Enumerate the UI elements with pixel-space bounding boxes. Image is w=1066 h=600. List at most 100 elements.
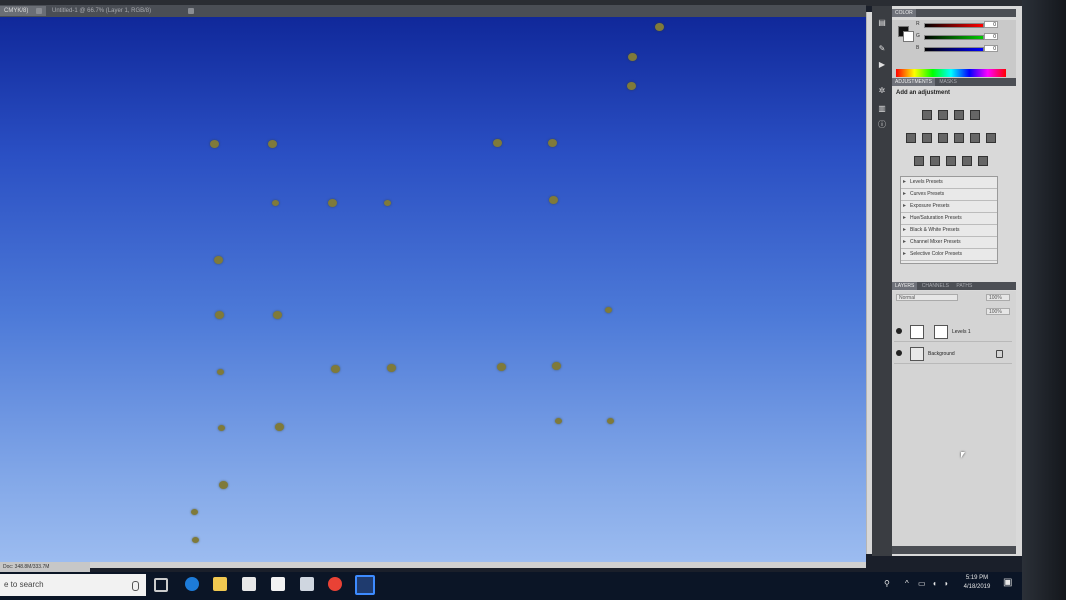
color-balance-icon[interactable] <box>938 133 948 143</box>
color-panel: R 0 G 0 B 0 <box>892 20 1016 80</box>
layers-panel-header: LAYERS CHANNELS PATHS <box>892 282 1016 290</box>
list-item[interactable]: Hue/Saturation Presets <box>901 213 997 225</box>
selective-color-icon[interactable] <box>978 156 988 166</box>
task-view-icon[interactable] <box>154 578 168 592</box>
lock-icon <box>996 350 1003 358</box>
mail-icon[interactable] <box>271 577 285 591</box>
horizontal-scrollbar[interactable] <box>90 562 866 568</box>
mouse-cursor-icon <box>961 452 965 458</box>
navigator-icon[interactable]: ✲ <box>876 86 888 96</box>
canvas-dot <box>555 418 562 424</box>
search-placeholder: e to search <box>4 580 44 589</box>
info-icon[interactable]: ⓘ <box>876 120 888 130</box>
blue-slider[interactable] <box>924 47 984 52</box>
chrome-icon[interactable] <box>328 577 342 591</box>
list-item[interactable]: Curves Presets <box>901 189 997 201</box>
levels-icon[interactable] <box>938 110 948 120</box>
adjustment-layer-thumbnail <box>910 325 924 339</box>
brush-presets-icon[interactable]: ✎ <box>876 44 888 54</box>
monitor-bezel-right <box>1022 0 1066 600</box>
system-clock[interactable]: 5:19 PM 4/18/2019 <box>955 574 999 592</box>
microphone-icon[interactable] <box>132 581 139 591</box>
document-tab-active[interactable]: CMYK/8) <box>0 6 46 16</box>
list-item[interactable]: Black & White Presets <box>901 225 997 237</box>
opacity-field[interactable]: 100% <box>986 294 1010 301</box>
layer-thumbnail <box>910 347 924 361</box>
layer-row[interactable]: Background <box>894 345 1012 364</box>
hue-saturation-icon[interactable] <box>922 133 932 143</box>
file-explorer-icon[interactable] <box>213 577 227 591</box>
list-item[interactable]: Exposure Presets <box>901 201 997 213</box>
canvas-dot <box>627 82 636 90</box>
blue-value-field[interactable]: 0 <box>984 45 998 52</box>
blend-mode-select[interactable]: Normal <box>896 294 958 301</box>
channel-label: R <box>916 21 920 27</box>
posterize-icon[interactable] <box>930 156 940 166</box>
list-item[interactable]: Selective Color Presets <box>901 249 997 261</box>
photo-filter-icon[interactable] <box>970 133 980 143</box>
curves-icon[interactable] <box>954 110 964 120</box>
black-white-icon[interactable] <box>954 133 964 143</box>
tab-layers[interactable]: LAYERS <box>892 282 918 290</box>
tab-color[interactable]: COLOR <box>892 9 916 17</box>
close-icon[interactable] <box>36 8 42 14</box>
actions-icon[interactable]: ▶ <box>876 60 888 70</box>
canvas-dot <box>214 256 223 264</box>
edge-browser-icon[interactable] <box>185 577 199 591</box>
tab-masks[interactable]: MASKS <box>936 78 960 86</box>
red-slider[interactable] <box>924 23 984 28</box>
tab-paths[interactable]: PATHS <box>953 282 975 290</box>
canvas-dot <box>328 199 337 207</box>
fill-field[interactable]: 100% <box>986 308 1010 315</box>
app-icon[interactable] <box>300 577 314 591</box>
layers-panel: Normal 100% 100% Levels 1 Background <box>892 291 1016 546</box>
canvas-dot <box>331 365 340 373</box>
clock-time: 5:19 PM <box>965 575 989 581</box>
visibility-eye-icon[interactable] <box>896 350 902 356</box>
background-color-swatch[interactable] <box>903 31 914 42</box>
canvas-dot <box>215 311 224 319</box>
gradient-map-icon[interactable] <box>962 156 972 166</box>
red-value-field[interactable]: 0 <box>984 21 998 28</box>
history-icon[interactable]: ▤ <box>876 18 888 28</box>
canvas-dot <box>191 509 198 515</box>
canvas-dot <box>549 196 558 204</box>
threshold-icon[interactable] <box>946 156 956 166</box>
histogram-icon[interactable]: ▥ <box>876 104 888 114</box>
color-panel-header: COLOR <box>892 9 1016 17</box>
clock-date: 4/18/2019 <box>963 584 991 590</box>
document-canvas[interactable] <box>0 17 866 562</box>
canvas-dot <box>217 369 224 375</box>
channel-mixer-icon[interactable] <box>986 133 996 143</box>
vibrance-icon[interactable] <box>906 133 916 143</box>
notification-icon[interactable]: ▣ <box>1003 577 1012 588</box>
document-tab-inactive[interactable]: Untitled-1 @ 66.7% (Layer 1, RGB/8) <box>48 6 194 16</box>
layer-row[interactable]: Levels 1 <box>894 323 1012 342</box>
close-icon[interactable] <box>188 8 194 14</box>
green-value-field[interactable]: 0 <box>984 33 998 40</box>
canvas-dot <box>552 362 561 370</box>
color-spectrum-bar[interactable] <box>896 69 1006 77</box>
photoshop-icon[interactable] <box>355 575 375 595</box>
layer-mask-thumbnail[interactable] <box>934 325 948 339</box>
list-item[interactable]: Channel Mixer Presets <box>901 237 997 249</box>
windows-taskbar: e to search ⚲ ^ ▭ ◖ ◗ 5:19 PM 4/18/2019 … <box>0 572 1022 600</box>
search-input[interactable]: e to search <box>0 574 146 596</box>
speaker-icon[interactable]: ◗ <box>944 579 949 588</box>
tab-channels[interactable]: CHANNELS <box>919 282 952 290</box>
chevron-up-icon[interactable]: ^ <box>905 579 909 588</box>
green-slider[interactable] <box>924 35 984 40</box>
tab-adjustments[interactable]: ADJUSTMENTS <box>892 78 935 86</box>
store-icon[interactable] <box>242 577 256 591</box>
brightness-contrast-icon[interactable] <box>922 110 932 120</box>
invert-icon[interactable] <box>914 156 924 166</box>
layers-footer-toolbar <box>892 546 1016 554</box>
people-icon[interactable]: ⚲ <box>884 579 890 588</box>
exposure-icon[interactable] <box>970 110 980 120</box>
visibility-eye-icon[interactable] <box>896 328 902 334</box>
network-icon[interactable]: ▭ <box>918 579 926 588</box>
adjustments-title: Add an adjustment <box>896 90 951 96</box>
document-tab-label: Untitled-1 @ 66.7% (Layer 1, RGB/8) <box>52 8 152 14</box>
list-item[interactable]: Levels Presets <box>901 177 997 189</box>
volume-icon[interactable]: ◖ <box>932 579 937 588</box>
